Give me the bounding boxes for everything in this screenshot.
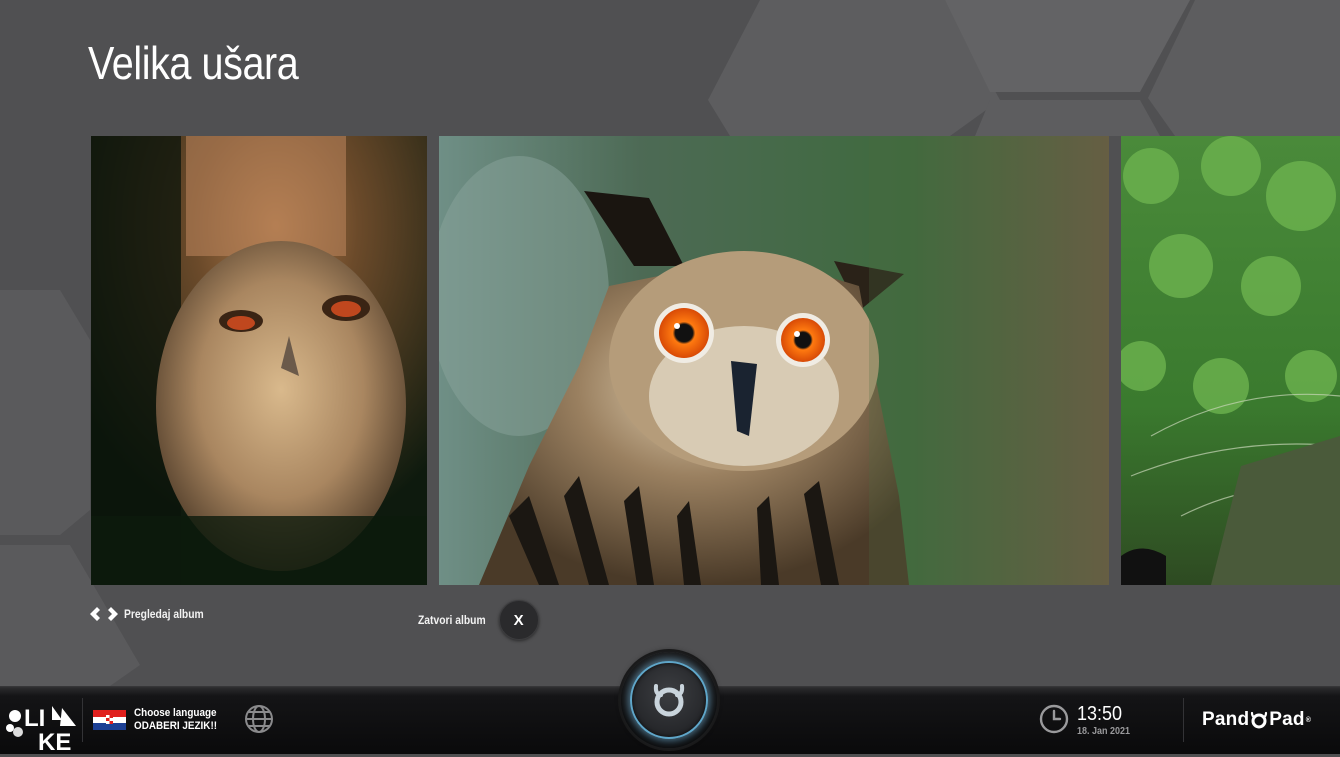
- double-chevron-icon: [90, 606, 118, 622]
- globe-icon[interactable]: [243, 703, 275, 735]
- close-album-button[interactable]: X: [498, 600, 539, 640]
- logo-text-top: LI: [24, 705, 45, 732]
- croatia-flag-icon[interactable]: [93, 710, 126, 730]
- home-button[interactable]: [621, 652, 717, 748]
- eagle-owl-photo[interactable]: [439, 136, 1109, 585]
- pandopad-home-icon: [649, 680, 689, 720]
- brand-trademark: ®: [1305, 716, 1312, 724]
- language-title: Choose language: [134, 707, 217, 719]
- like-logo[interactable]: LI KE: [4, 702, 78, 756]
- brand-text-right: Pad: [1269, 709, 1305, 730]
- panda-o-icon: [1250, 711, 1268, 729]
- language-selector[interactable]: Choose language ODABERI JEZIK!!: [134, 707, 226, 733]
- owl-chick-photo[interactable]: [91, 136, 427, 585]
- clock-date: 18. Jan 2021: [1077, 726, 1131, 737]
- album-title: Velika ušara: [88, 37, 299, 89]
- logo-text-bottom: KE: [38, 729, 71, 752]
- clock-icon: [1038, 703, 1070, 735]
- brand-text-left: Pand: [1202, 709, 1250, 730]
- divider: [82, 698, 83, 742]
- close-album-label: Zatvori album: [418, 613, 486, 627]
- browse-album-label: Pregledaj album: [124, 607, 204, 621]
- forest-photo[interactable]: [1121, 136, 1340, 585]
- browse-album[interactable]: Pregledaj album: [90, 606, 217, 622]
- language-subtitle: ODABERI JEZIK!!: [134, 720, 218, 732]
- pandopad-logo: Pand Pad ®: [1202, 709, 1311, 731]
- divider: [1183, 698, 1184, 742]
- clock-time: 13:50: [1077, 703, 1123, 725]
